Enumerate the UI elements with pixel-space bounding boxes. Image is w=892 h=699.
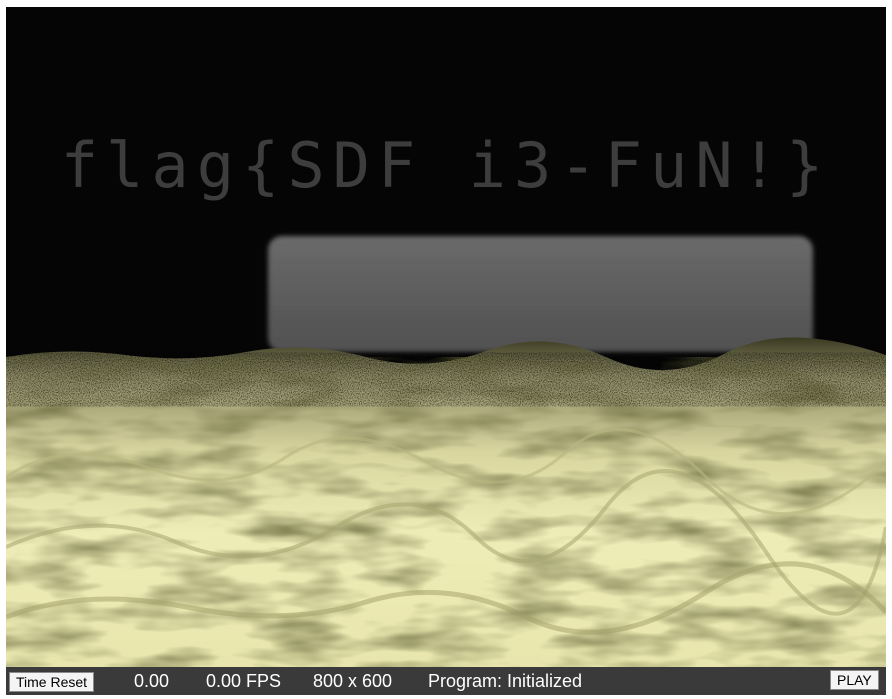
terrain [6,337,886,667]
resolution-readout: 800 x 600 [313,671,393,691]
grey-panel [268,236,813,352]
program-status: Program: Initialized [428,671,583,691]
fps-readout: 0.00 FPS [206,671,282,691]
play-button[interactable]: PLAY [830,670,879,690]
render-canvas[interactable]: flag{SDF i3-FuN!} [6,7,886,667]
time-readout: 0.00 [134,671,170,691]
time-reset-button[interactable]: Time Reset [9,672,95,692]
flag-text: flag{SDF i3-FuN!} [61,129,832,202]
status-bar: Time Reset 0.00 0.00 FPS 800 x 600 Progr… [6,667,886,695]
